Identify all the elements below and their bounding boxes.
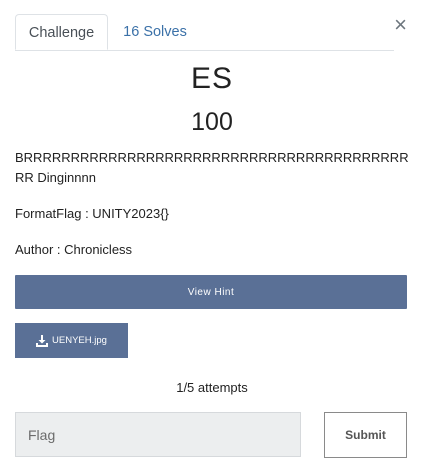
submit-button[interactable]: Submit [324, 412, 407, 458]
flag-input[interactable] [15, 412, 301, 457]
tab-challenge[interactable]: Challenge [15, 14, 108, 50]
format-flag-text: FormatFlag : UNITY2023{} [15, 206, 169, 221]
file-download-button[interactable]: UENYEH.jpg [15, 323, 128, 358]
file-name: UENYEH.jpg [52, 335, 107, 346]
view-hint-button[interactable]: View Hint [15, 275, 407, 309]
challenge-points: 100 [191, 108, 233, 136]
author-text: Author : Chronicless [15, 242, 133, 257]
challenge-tabs: Challenge 16 Solves [15, 14, 394, 51]
challenge-description: BRRRRRRRRRRRRRRRRRRRRRRRRRRRRRRRRRRRRRRR… [15, 150, 409, 185]
tab-solves[interactable]: 16 Solves [119, 14, 191, 50]
challenge-title: ES [190, 62, 234, 95]
download-icon [36, 334, 49, 347]
submit-label: Submit [345, 428, 386, 442]
attempts-counter: 1/5 attempts [176, 380, 248, 395]
close-button[interactable]: × [394, 14, 407, 36]
view-hint-label: View Hint [187, 286, 235, 298]
